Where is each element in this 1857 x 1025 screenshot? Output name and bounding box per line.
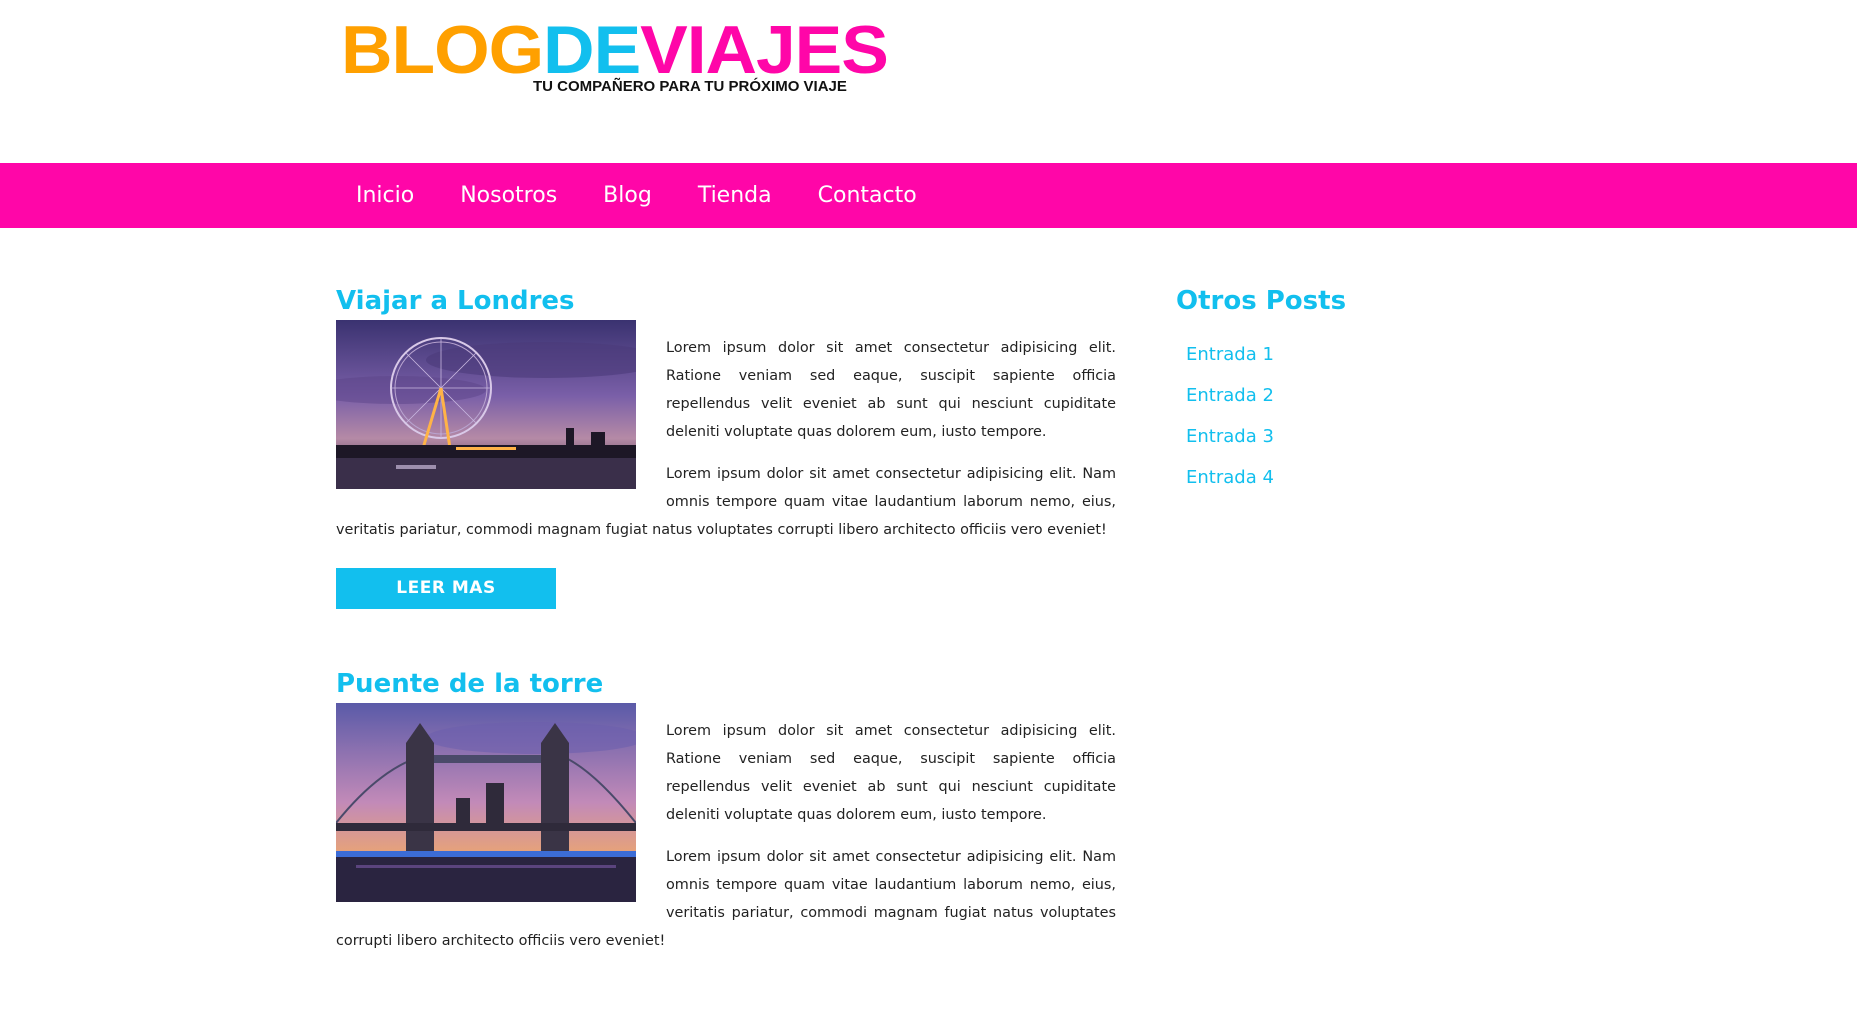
post-puente-de-la-torre: Puente de la torre Lorem ipsum dolor sit… — [336, 665, 1116, 969]
site-logo[interactable]: BLOGDEVIAJES TU COMPAÑERO PARA TU PRÓXIM… — [341, 10, 889, 95]
logo-part-de: DE — [543, 12, 641, 88]
nav-item-contacto[interactable]: Contacto — [795, 183, 940, 208]
sidebar: Otros Posts Entrada 1 Entrada 2 Entrada … — [1176, 282, 1496, 498]
nav-item-nosotros[interactable]: Nosotros — [437, 183, 580, 208]
sidebar-item-entrada-3[interactable]: Entrada 3 — [1186, 416, 1496, 457]
site-header: BLOGDEVIAJES TU COMPAÑERO PARA TU PRÓXIM… — [0, 0, 1857, 163]
logo-tagline: TU COMPAÑERO PARA TU PRÓXIMO VIAJE — [533, 78, 847, 95]
london-eye-image[interactable] — [336, 320, 636, 489]
sidebar-item-entrada-1[interactable]: Entrada 1 — [1186, 334, 1496, 375]
sidebar-item-entrada-4[interactable]: Entrada 4 — [1186, 457, 1496, 498]
sidebar-item-entrada-2[interactable]: Entrada 2 — [1186, 375, 1496, 416]
tower-bridge-image[interactable] — [336, 703, 636, 902]
nav-item-inicio[interactable]: Inicio — [333, 183, 437, 208]
nav-item-blog[interactable]: Blog — [580, 183, 675, 208]
main-content: Viajar a Londres Lorem ipsum dolor sit a… — [336, 282, 1116, 1025]
logo-part-blog: BLOG — [341, 12, 544, 88]
logo-part-viajes: VIAJES — [640, 12, 889, 88]
post-title[interactable]: Viajar a Londres — [336, 282, 1116, 320]
post-viajar-a-londres: Viajar a Londres Lorem ipsum dolor sit a… — [336, 282, 1116, 609]
post-title[interactable]: Puente de la torre — [336, 665, 1116, 703]
nav-item-tienda[interactable]: Tienda — [675, 183, 795, 208]
main-navigation: Inicio Nosotros Blog Tienda Contacto — [0, 163, 1857, 228]
read-more-button[interactable]: LEER MAS — [336, 568, 556, 609]
sidebar-title: Otros Posts — [1176, 286, 1347, 316]
